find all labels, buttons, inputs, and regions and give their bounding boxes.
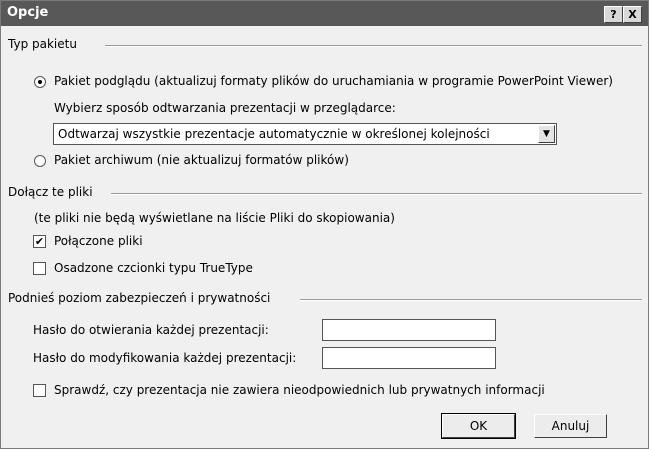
security-heading: Podnieś poziom zabezpieczeń i prywatnośc… xyxy=(8,291,271,305)
embedded-fonts-checkbox[interactable] xyxy=(33,262,46,275)
include-files-note: (te pliki nie będą wyświetlane na liście… xyxy=(34,211,395,225)
help-button[interactable]: ? xyxy=(604,6,623,23)
browser-playback-label: Wybierz sposób odtwarzania prezentacji w… xyxy=(54,101,396,115)
package-type-heading: Typ pakietu xyxy=(8,37,77,51)
include-files-divider xyxy=(111,193,642,195)
linked-files-checkbox[interactable]: ✔ xyxy=(33,235,46,248)
chevron-down-icon[interactable]: ▼ xyxy=(538,125,555,143)
cancel-button[interactable]: Anuluj xyxy=(534,414,607,438)
playback-select[interactable]: Odtwarzaj wszystkie prezentacje automaty… xyxy=(53,123,557,145)
viewer-package-label: Pakiet podglądu (aktualizuj formaty plik… xyxy=(54,74,613,88)
archive-package-label: Pakiet archiwum (nie aktualizuj formatów… xyxy=(54,153,349,167)
viewer-package-radio[interactable] xyxy=(34,76,46,88)
linked-files-label: Połączone pliki xyxy=(54,234,143,248)
inspect-checkbox[interactable] xyxy=(33,384,46,397)
close-button[interactable]: X xyxy=(623,6,642,23)
title-bar: Opcje ? X xyxy=(1,1,648,26)
open-password-input[interactable] xyxy=(322,319,496,341)
archive-package-radio[interactable] xyxy=(34,155,46,167)
dialog-title: Opcje xyxy=(7,5,49,20)
modify-password-input[interactable] xyxy=(322,347,496,369)
inspect-label: Sprawdź, czy prezentacja nie zawiera nie… xyxy=(54,383,545,397)
options-dialog: Opcje ? X Typ pakietu Pakiet podglądu (a… xyxy=(0,0,649,449)
modify-password-label: Hasło do modyfikowania każdej prezentacj… xyxy=(33,351,297,365)
package-type-divider xyxy=(105,45,642,47)
playback-select-value: Odtwarzaj wszystkie prezentacje automaty… xyxy=(58,127,490,141)
ok-button[interactable]: OK xyxy=(441,413,516,439)
include-files-heading: Dołącz te pliki xyxy=(8,185,93,199)
security-divider xyxy=(300,299,642,301)
open-password-label: Hasło do otwierania każdej prezentacji: xyxy=(33,323,269,337)
embedded-fonts-label: Osadzone czcionki typu TrueType xyxy=(54,261,253,275)
